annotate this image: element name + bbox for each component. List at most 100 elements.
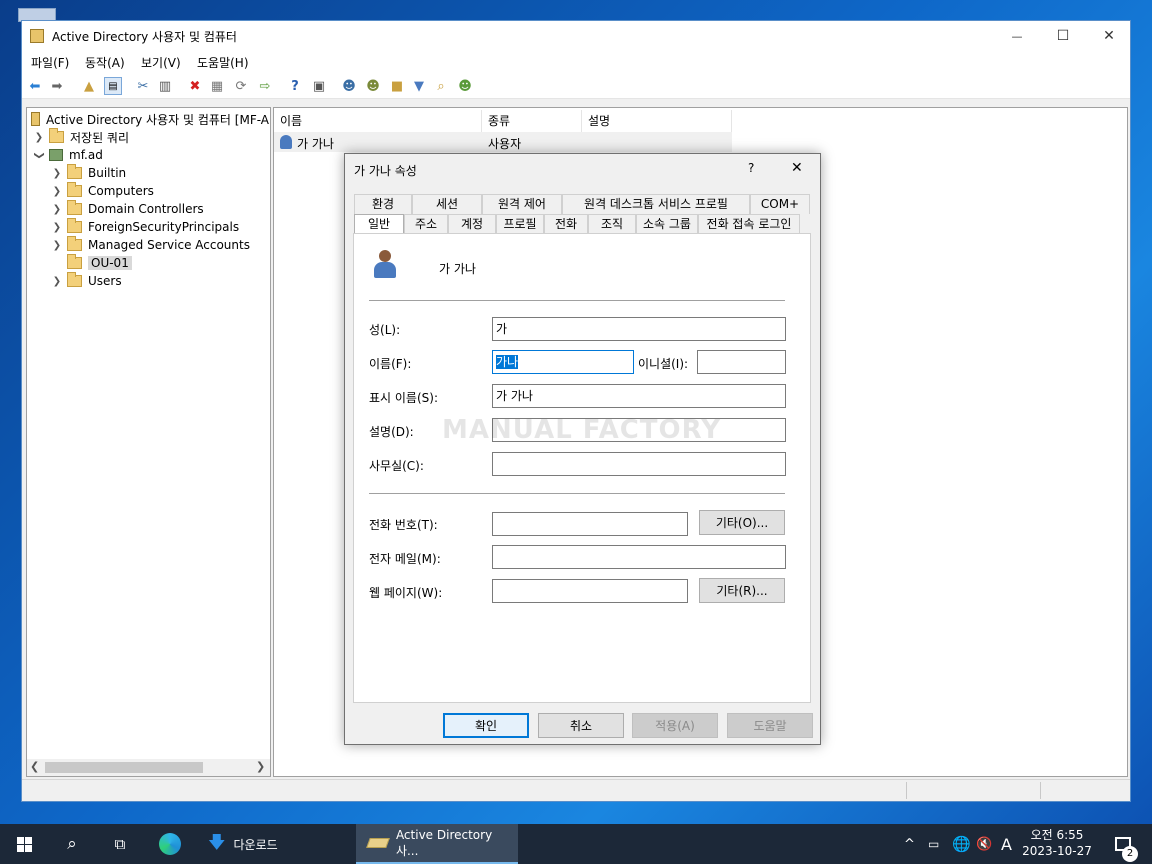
folder-icon — [49, 128, 64, 143]
phone-field[interactable] — [492, 512, 688, 536]
dialog-help-button[interactable]: ? — [748, 161, 754, 175]
tree-root[interactable]: Active Directory 사용자 및 컴퓨터 [MF-A — [31, 110, 269, 128]
tree-item-builtin[interactable]: ❯ Builtin — [31, 164, 269, 182]
first-name-field[interactable]: 가나 — [492, 350, 634, 374]
ok-button[interactable]: 확인 — [443, 713, 529, 738]
tab-general[interactable]: 일반 — [354, 214, 404, 235]
title-bar[interactable]: Active Directory 사용자 및 컴퓨터 — ☐ ✕ — [22, 21, 1130, 51]
task-view-icon[interactable]: ⧉ — [96, 824, 144, 864]
show-tree-icon[interactable]: ▤ — [104, 77, 122, 95]
help-button[interactable]: 도움말 — [727, 713, 813, 738]
taskbar-item-active-directory[interactable]: Active Directory 사... — [356, 824, 518, 864]
tab-remote-control[interactable]: 원격 제어 — [482, 194, 562, 214]
action-pane-icon[interactable]: ▣ — [310, 77, 328, 95]
tree-item-ou-01[interactable]: OU-01 — [31, 254, 269, 272]
table-row[interactable]: 가 가나 사용자 — [274, 132, 732, 152]
help-icon[interactable]: ? — [286, 77, 304, 95]
tab-environment[interactable]: 환경 — [354, 194, 412, 214]
tree-item-users[interactable]: ❯ Users — [31, 272, 269, 290]
tab-rds-profile[interactable]: 원격 데스크톱 서비스 프로필 — [562, 194, 750, 214]
tree-item-computers[interactable]: ❯ Computers — [31, 182, 269, 200]
other-phone-button[interactable]: 기타(O)... — [699, 510, 785, 535]
maximize-button[interactable]: ☐ — [1040, 21, 1086, 51]
scroll-left-icon[interactable]: ❮ — [30, 760, 39, 773]
new-ou-icon[interactable]: ■ — [388, 77, 406, 95]
back-arrow-icon[interactable]: ⬅ — [26, 77, 44, 95]
tab-account[interactable]: 계정 — [448, 214, 496, 234]
battery-icon[interactable]: ▭ — [928, 824, 939, 864]
close-button[interactable]: ✕ — [1086, 21, 1132, 51]
tab-member-of[interactable]: 소속 그룹 — [636, 214, 698, 234]
dialog-close-button[interactable]: ✕ — [791, 160, 803, 176]
chevron-right-icon[interactable]: ❯ — [51, 222, 63, 233]
add-to-group-icon[interactable]: ☻ — [456, 77, 474, 95]
tab-dial-in[interactable]: 전화 접속 로그인 — [698, 214, 800, 234]
menu-action[interactable]: 동작(A) — [85, 54, 125, 71]
email-field[interactable] — [492, 545, 786, 569]
search-icon[interactable]: ⌕ — [48, 824, 96, 864]
chevron-right-icon[interactable]: ❯ — [51, 186, 63, 197]
new-user-icon[interactable]: ☻ — [340, 77, 358, 95]
taskbar-item-downloads[interactable]: 🡇 다운로드 — [196, 824, 352, 864]
initials-field[interactable] — [697, 350, 786, 374]
new-group-icon[interactable]: ☻ — [364, 77, 382, 95]
description-field[interactable] — [492, 418, 786, 442]
tab-sessions[interactable]: 세션 — [412, 194, 482, 214]
cut-icon[interactable]: ✂ — [134, 77, 152, 95]
chevron-down-icon[interactable]: ❯ — [34, 149, 45, 161]
column-header-type[interactable]: 종류 — [482, 110, 582, 132]
tree-item-foreign-security-principals[interactable]: ❯ ForeignSecurityPrincipals — [31, 218, 269, 236]
clock-date: 2023-10-27 — [1022, 844, 1092, 858]
tab-profile[interactable]: 프로필 — [496, 214, 544, 234]
chevron-right-icon[interactable]: ❯ — [51, 240, 63, 251]
tab-address[interactable]: 주소 — [404, 214, 448, 234]
edge-icon[interactable] — [148, 824, 192, 864]
tab-telephones[interactable]: 전화 — [544, 214, 588, 234]
user-avatar-icon — [374, 250, 396, 280]
menu-file[interactable]: 파일(F) — [31, 54, 69, 71]
notification-center-icon[interactable]: 2 — [1108, 824, 1138, 864]
refresh-icon[interactable]: ⟳ — [232, 77, 250, 95]
web-page-field[interactable] — [492, 579, 688, 603]
last-name-field[interactable]: 가 — [492, 317, 786, 341]
minimize-button[interactable]: — — [994, 21, 1040, 51]
display-name-field[interactable]: 가 가나 — [492, 384, 786, 408]
delete-icon[interactable]: ✖ — [186, 77, 204, 95]
column-header-description[interactable]: 설명 — [582, 110, 732, 132]
initials-label: 이니셜(I): — [638, 357, 689, 371]
tree-horizontal-scrollbar[interactable]: ❮ ❯ — [27, 759, 270, 776]
chevron-right-icon[interactable]: ❯ — [33, 132, 45, 143]
column-header-name[interactable]: 이름 — [274, 110, 482, 132]
scroll-right-icon[interactable]: ❯ — [256, 760, 265, 773]
apply-button[interactable]: 적용(A) — [632, 713, 718, 738]
ime-indicator[interactable]: A — [1001, 824, 1012, 864]
forward-arrow-icon[interactable]: ➡ — [48, 77, 66, 95]
chevron-right-icon[interactable]: ❯ — [51, 204, 63, 215]
other-web-button[interactable]: 기타(R)... — [699, 578, 785, 603]
network-globe-icon[interactable]: 🌐 — [952, 824, 971, 864]
filter-icon[interactable]: ▼ — [410, 77, 428, 95]
cancel-button[interactable]: 취소 — [538, 713, 624, 738]
volume-muted-icon[interactable]: 🔇 — [976, 824, 992, 864]
tree-item-saved-queries[interactable]: ❯ 저장된 쿼리 — [31, 128, 269, 146]
tab-organization[interactable]: 조직 — [588, 214, 636, 234]
tree-item-domain-controllers[interactable]: ❯ Domain Controllers — [31, 200, 269, 218]
folder-icon — [67, 236, 82, 251]
export-icon[interactable]: ⇨ — [256, 77, 274, 95]
menu-view[interactable]: 보기(V) — [141, 54, 181, 71]
chevron-right-icon[interactable]: ❯ — [51, 276, 63, 287]
up-folder-icon[interactable]: ▲ — [80, 77, 98, 95]
copy-icon[interactable]: ▥ — [156, 77, 174, 95]
chevron-right-icon[interactable]: ❯ — [51, 168, 63, 179]
start-button[interactable] — [0, 824, 48, 864]
tree-item-managed-service-accounts[interactable]: ❯ Managed Service Accounts — [31, 236, 269, 254]
tree-item-domain[interactable]: ❯ mf.ad — [31, 146, 269, 164]
chevron-up-icon[interactable]: ^ — [904, 824, 915, 864]
menu-help[interactable]: 도움말(H) — [197, 54, 249, 71]
properties-icon[interactable]: ▦ — [208, 77, 226, 95]
scroll-thumb[interactable] — [45, 762, 203, 773]
find-icon[interactable]: ⌕ — [432, 77, 450, 95]
tab-com-plus[interactable]: COM+ — [750, 194, 810, 214]
office-field[interactable] — [492, 452, 786, 476]
clock[interactable]: 오전 6:55 2023-10-27 — [1022, 827, 1092, 859]
